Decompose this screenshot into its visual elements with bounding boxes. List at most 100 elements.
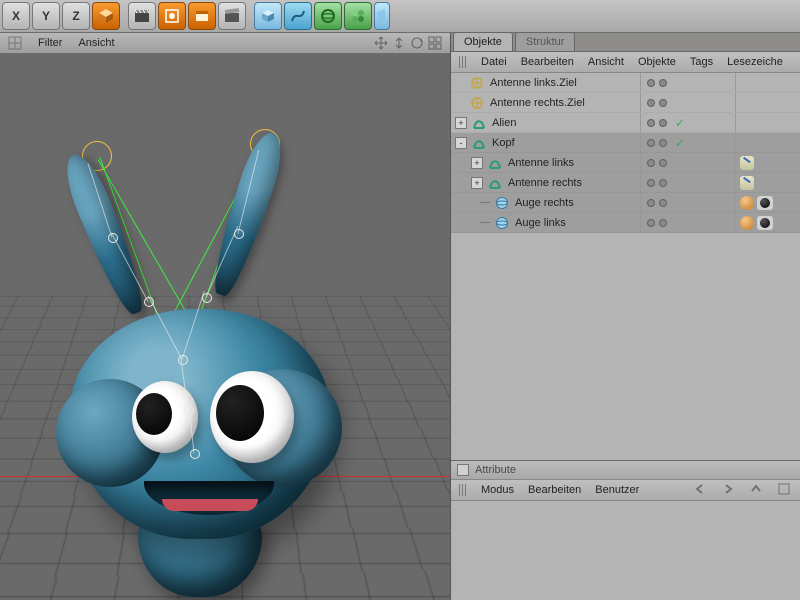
attr-nav-fwd-icon[interactable] [722,483,736,497]
tree-row[interactable]: + Antenne rechts [451,173,800,193]
attr-toggle-icon[interactable] [457,464,469,476]
phong-tag-icon[interactable] [740,216,754,230]
axis-x-button[interactable]: X [2,2,30,30]
enabled-check-icon[interactable]: ✓ [675,136,685,150]
panel-tabs: Objekte Struktur [451,33,800,52]
collapse-icon[interactable]: - [455,137,467,149]
object-name[interactable]: Kopf [490,137,640,149]
nav-rotate-icon[interactable] [410,36,424,50]
sphere-icon [495,216,509,230]
visibility-cell[interactable] [640,73,735,92]
vis-render-dot[interactable] [659,99,667,107]
expand-icon[interactable]: + [455,117,467,129]
visibility-cell[interactable]: ✓ [640,113,735,132]
visibility-cell[interactable] [640,93,735,112]
manager-panel: Objekte Struktur Datei Bearbeiten Ansich… [451,33,800,600]
attr-menu-edit[interactable]: Bearbeiten [528,484,581,496]
object-name[interactable]: Antenne rechts.Ziel [488,97,640,109]
object-name[interactable]: Auge links [513,217,640,229]
vis-render-dot[interactable] [659,119,667,127]
om-menu-view[interactable]: Ansicht [588,56,624,68]
render-region-button[interactable] [158,2,186,30]
phong-tag-icon[interactable] [740,196,754,210]
visibility-cell[interactable] [640,213,735,232]
filter-menu[interactable]: Filter [38,37,62,49]
attr-nav-back-icon[interactable] [694,483,708,497]
attr-new-icon[interactable] [778,483,792,497]
axis-y-button[interactable]: Y [32,2,60,30]
tree-row[interactable]: Auge rechts [451,193,800,213]
vis-editor-dot[interactable] [647,179,655,187]
nav-layout-icon[interactable] [428,36,442,50]
view-menu-icon[interactable] [8,36,22,50]
om-menu-objects[interactable]: Objekte [638,56,676,68]
spline-button[interactable] [284,2,312,30]
material-tag-icon[interactable] [757,216,773,230]
om-menu-file[interactable]: Datei [481,56,507,68]
tree-row[interactable]: + Alien ✓ [451,113,800,133]
material-tag-icon[interactable] [757,196,773,210]
visibility-cell[interactable] [640,193,735,212]
view-menu[interactable]: Ansicht [78,37,114,49]
vis-render-dot[interactable] [659,179,667,187]
render-button[interactable] [128,2,156,30]
vis-editor-dot[interactable] [647,139,655,147]
render-queue-button[interactable] [218,2,246,30]
tree-row[interactable]: Antenne rechts.Ziel [451,93,800,113]
vis-render-dot[interactable] [659,219,667,227]
om-menu-tags[interactable]: Tags [690,56,713,68]
tree-row[interactable]: - Kopf ✓ [451,133,800,153]
vis-editor-dot[interactable] [647,199,655,207]
ik-tag-icon[interactable] [740,156,754,170]
vis-render-dot[interactable] [659,79,667,87]
object-name[interactable]: Auge rechts [513,197,640,209]
enabled-check-icon[interactable]: ✓ [675,116,685,130]
render-settings-button[interactable] [188,2,216,30]
vis-editor-dot[interactable] [647,159,655,167]
render-region-icon [165,9,179,23]
array-button[interactable] [344,2,372,30]
panel-grip-icon[interactable] [459,56,467,68]
vis-editor-dot[interactable] [647,79,655,87]
perspective-viewport[interactable] [0,54,450,600]
tree-row[interactable]: Antenne links.Ziel [451,73,800,93]
visibility-cell[interactable] [640,153,735,172]
vis-editor-dot[interactable] [647,99,655,107]
object-name[interactable]: Antenne links.Ziel [488,77,640,89]
vis-editor-dot[interactable] [647,219,655,227]
object-tree[interactable]: Antenne links.Ziel Antenne rechts.Ziel + A… [451,73,800,460]
vis-editor-dot[interactable] [647,119,655,127]
tab-objects[interactable]: Objekte [453,32,513,51]
half-cube-icon [377,9,387,23]
attr-menu-user[interactable]: Benutzer [595,484,639,496]
tree-row[interactable]: + Antenne links [451,153,800,173]
object-name[interactable]: Alien [490,117,640,129]
tab-structure[interactable]: Struktur [515,32,576,51]
attr-nav-up-icon[interactable] [750,483,764,497]
om-menu-edit[interactable]: Bearbeiten [521,56,574,68]
attr-menu: Modus Bearbeiten Benutzer [451,480,800,501]
primitive-cube-button[interactable] [254,2,282,30]
visibility-cell[interactable] [640,173,735,192]
visibility-cell[interactable]: ✓ [640,133,735,152]
expand-icon[interactable]: + [471,177,483,189]
object-name[interactable]: Antenne rechts [506,177,640,189]
object-name[interactable]: Antenne links [506,157,640,169]
nav-zoom-icon[interactable] [392,36,406,50]
om-menu-bookmarks[interactable]: Lesezeiche [727,56,783,68]
nav-move-icon[interactable] [374,36,388,50]
more-tools-button[interactable] [374,2,390,30]
coord-system-button[interactable] [92,2,120,30]
vis-render-dot[interactable] [659,159,667,167]
vis-render-dot[interactable] [659,199,667,207]
tree-row[interactable]: Auge links [451,213,800,233]
expand-icon[interactable]: + [471,157,483,169]
axis-z-button[interactable]: Z [62,2,90,30]
vis-render-dot[interactable] [659,139,667,147]
attr-menu-mode[interactable]: Modus [481,484,514,496]
eye-left [132,381,198,453]
clapper-icon [134,8,150,24]
ik-tag-icon[interactable] [740,176,754,190]
panel-grip-icon[interactable] [459,484,467,496]
nurbs-button[interactable] [314,2,342,30]
